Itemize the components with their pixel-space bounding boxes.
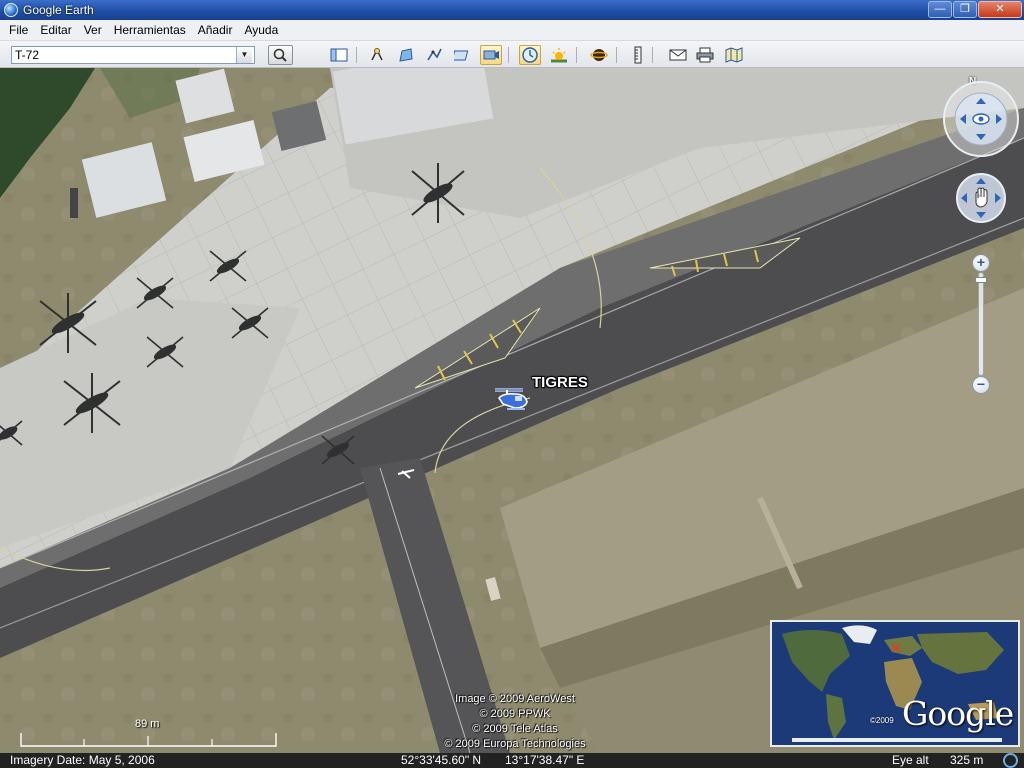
overview-map[interactable]: ©2009 Google [770,620,1020,747]
scale-bar [20,733,277,747]
google-earth-app-icon [4,3,18,17]
ruler-icon[interactable] [627,45,649,65]
eye-altitude-value: 325 m [950,753,984,767]
zoom-thumb[interactable] [975,276,987,283]
status-bar: Imagery Date: May 5, 2006 52°33'45.60" N… [0,753,1024,768]
search-input[interactable] [12,47,236,63]
magnifier-icon [273,48,287,62]
move-joystick[interactable] [955,172,1007,227]
placemark-label[interactable]: TIGRES [532,374,588,391]
placemark-icon[interactable] [366,45,388,65]
menu-tools[interactable]: Herramientas [108,23,192,37]
image-overlay-icon[interactable] [452,45,474,65]
sunlight-icon[interactable] [548,45,570,65]
path-icon[interactable] [423,45,445,65]
zoom-out-button[interactable]: − [972,376,990,394]
map-view[interactable]: TIGRES N + − Image © 2009 AeroWest © 200… [0,68,1024,753]
menu-file[interactable]: File [3,23,34,37]
credit-line: Image © 2009 AeroWest [455,693,575,705]
sidebar-icon[interactable] [328,45,350,65]
minimize-button[interactable]: — [928,1,952,18]
title-bar: Google Earth — ❐ ✕ [0,0,1024,20]
menu-view[interactable]: Ver [78,23,108,37]
toolbar-separator [652,47,653,63]
toolbar: ▼ [0,41,1024,68]
toolbar-separator [508,47,509,63]
zoom-track[interactable] [978,272,984,376]
toolbar-separator [576,47,577,63]
search-button[interactable] [268,45,293,65]
toolbar-separator [356,47,357,63]
credit-line: © 2009 Tele Atlas [472,723,558,735]
look-joystick[interactable] [942,80,1020,161]
maximize-button[interactable]: ❐ [953,1,977,18]
window-title: Google Earth [23,3,94,17]
menu-edit[interactable]: Editar [34,23,77,37]
google-maps-icon[interactable] [723,45,745,65]
zoom-slider[interactable]: + − [972,254,990,397]
search-box: ▼ [11,46,255,64]
scale-label: 89 m [135,718,160,730]
email-icon[interactable] [667,45,689,65]
overview-copyright: ©2009 [870,716,894,725]
historical-imagery-icon[interactable] [519,45,541,65]
window-controls: — ❐ ✕ [928,1,1022,18]
google-logo: Google [902,694,1014,733]
imagery-date: Imagery Date: May 5, 2006 [10,753,155,767]
menu-bar: File Editar Ver Herramientas Añadir Ayud… [0,20,1024,41]
search-history-dropdown[interactable]: ▼ [236,47,252,63]
polygon-icon[interactable] [395,45,417,65]
print-icon[interactable] [694,45,716,65]
toolbar-separator [616,47,617,63]
menu-add[interactable]: Añadir [192,23,239,37]
helicopter-placemark-icon[interactable] [493,382,533,417]
credit-line: © 2009 Europa Technologies [444,738,586,750]
planets-icon[interactable] [588,45,610,65]
latitude-readout: 52°33'45.60" N [401,753,482,767]
credit-line: © 2009 PPWK [479,708,551,720]
record-tour-icon[interactable] [480,45,502,65]
menu-help[interactable]: Ayuda [238,23,284,37]
zoom-in-button[interactable]: + [972,254,990,272]
eye-altitude-label: Eye alt [892,753,929,767]
close-button[interactable]: ✕ [978,1,1022,18]
longitude-readout: 13°17'38.47" E [505,753,585,767]
streaming-status-icon [1003,753,1018,768]
imagery-credits: Image © 2009 AeroWest © 2009 PPWK © 2009… [420,692,610,752]
